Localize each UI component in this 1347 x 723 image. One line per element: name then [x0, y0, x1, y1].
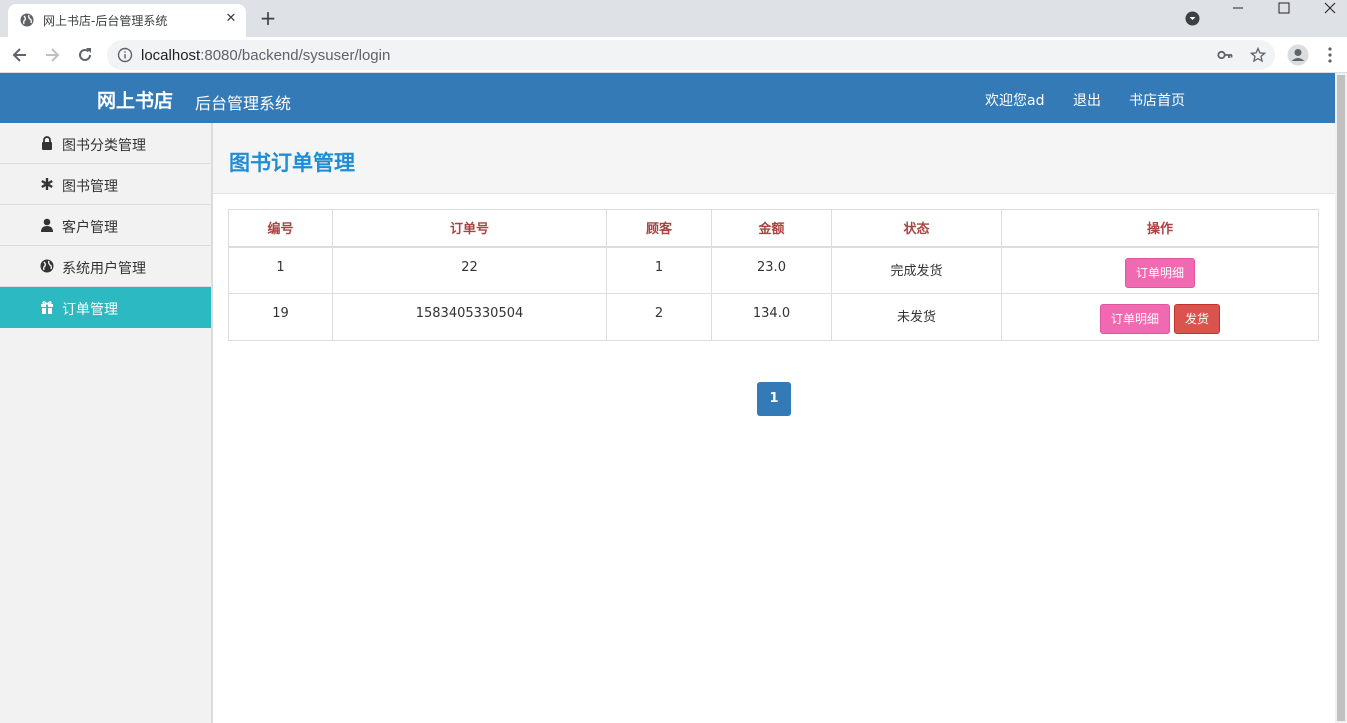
- sidebar-item-sysusers[interactable]: 系统用户管理: [0, 246, 211, 287]
- sidebar-item-label: 系统用户管理: [62, 261, 146, 277]
- cell-amount: 23.0: [711, 246, 832, 294]
- site-info-icon[interactable]: [117, 47, 133, 63]
- cell-id: 19: [228, 293, 333, 341]
- profile-avatar-icon[interactable]: [1287, 44, 1309, 66]
- browser-menu-icon[interactable]: [1324, 45, 1336, 65]
- table-row: 19 1583405330504 2 134.0 未发货 订单明细 发货: [228, 293, 1319, 341]
- pagination-page-button[interactable]: 1: [757, 382, 791, 416]
- system-subtitle: 后台管理系统: [195, 94, 292, 113]
- tab-title: 网上书店-后台管理系统: [43, 14, 168, 28]
- sidebar-item-books[interactable]: 图书管理: [0, 164, 211, 205]
- column-header-amount: 金额: [711, 209, 832, 248]
- cell-order-no: 1583405330504: [332, 293, 607, 341]
- browser-tab[interactable]: 网上书店-后台管理系统 ✕: [8, 4, 246, 37]
- browser-toolbar: localhost:8080/backend/sysuser/login: [0, 37, 1347, 73]
- order-detail-button[interactable]: 订单明细: [1099, 304, 1170, 334]
- globe-favicon-icon: [20, 13, 34, 27]
- url-text: localhost:8080/backend/sysuser/login: [141, 47, 390, 64]
- sidebar-item-category[interactable]: 图书分类管理: [0, 123, 211, 164]
- sidebar-item-customers[interactable]: 客户管理: [0, 205, 211, 246]
- app-header: 网上书店 后台管理系统 欢迎您ad 退出 书店首页: [0, 73, 1335, 123]
- cell-customer: 2: [606, 293, 712, 341]
- sidebar-item-orders[interactable]: 订单管理: [0, 287, 211, 328]
- bookmark-star-icon[interactable]: [1250, 47, 1266, 63]
- column-header-id: 编号: [228, 209, 333, 248]
- tab-close-icon[interactable]: ✕: [222, 10, 240, 28]
- order-detail-button[interactable]: 订单明细: [1124, 257, 1195, 288]
- key-icon[interactable]: [1217, 48, 1233, 62]
- globe-icon: [40, 259, 54, 273]
- column-header-customer: 顾客: [606, 209, 712, 248]
- address-bar[interactable]: localhost:8080/backend/sysuser/login: [107, 40, 1275, 70]
- logout-link[interactable]: 退出: [1073, 90, 1101, 110]
- store-home-link[interactable]: 书店首页: [1129, 90, 1185, 110]
- reload-icon[interactable]: [75, 45, 95, 65]
- table-row: 1 22 1 23.0 完成发货 订单明细: [228, 246, 1319, 294]
- url-path: :8080/backend/sysuser/login: [200, 47, 391, 64]
- column-header-order-no: 订单号: [332, 209, 607, 248]
- tab-search-icon[interactable]: [1185, 11, 1200, 26]
- new-tab-icon[interactable]: +: [258, 8, 278, 28]
- vertical-scrollbar[interactable]: [1335, 73, 1347, 723]
- lock-icon: [42, 136, 52, 150]
- cell-status: 完成发货: [831, 246, 1002, 294]
- asterisk-icon: [41, 178, 53, 190]
- forward-arrow-icon[interactable]: [42, 45, 62, 65]
- sidebar-item-label: 图书管理: [62, 179, 118, 195]
- ship-order-button[interactable]: 发货: [1174, 304, 1221, 334]
- maximize-window-icon[interactable]: [1261, 0, 1307, 30]
- orders-table: 编号 订单号 顾客 金额 状态 操作 1 22 1 23.0 完成发货 订单明细…: [228, 209, 1319, 341]
- sidebar-item-label: 客户管理: [62, 220, 118, 236]
- cell-actions: 订单明细 发货: [1001, 293, 1319, 341]
- sidebar: 图书分类管理 图书管理 客户管理 系统用户管理 订单管理: [0, 123, 213, 723]
- back-arrow-icon[interactable]: [10, 45, 30, 65]
- page-header: 图书订单管理: [213, 123, 1335, 194]
- cell-id: 1: [228, 246, 333, 294]
- close-window-icon[interactable]: [1307, 0, 1347, 30]
- sidebar-item-label: 订单管理: [62, 302, 118, 318]
- gift-icon: [41, 301, 53, 314]
- cell-actions: 订单明细: [1001, 246, 1319, 294]
- cell-status: 未发货: [831, 293, 1002, 341]
- sidebar-item-label: 图书分类管理: [62, 138, 146, 154]
- cell-order-no: 22: [332, 246, 607, 294]
- scrollbar-thumb[interactable]: [1337, 75, 1345, 721]
- column-header-status: 状态: [831, 209, 1002, 248]
- minimize-window-icon[interactable]: [1215, 0, 1261, 30]
- url-host: localhost: [141, 47, 201, 64]
- cell-customer: 1: [606, 246, 712, 294]
- brand-title[interactable]: 网上书店: [97, 86, 173, 113]
- column-header-actions: 操作: [1001, 209, 1319, 248]
- cell-amount: 134.0: [711, 293, 832, 341]
- table-header-row: 编号 订单号 顾客 金额 状态 操作: [228, 209, 1319, 248]
- user-icon: [41, 218, 53, 232]
- page-title: 图书订单管理: [229, 151, 355, 175]
- main-content: 图书订单管理 编号 订单号 顾客 金额 状态 操作 1 22 1 23.0 完成…: [213, 123, 1335, 723]
- browser-tabstrip: 网上书店-后台管理系统 ✕ +: [0, 0, 1347, 37]
- welcome-user-link[interactable]: 欢迎您ad: [985, 90, 1044, 110]
